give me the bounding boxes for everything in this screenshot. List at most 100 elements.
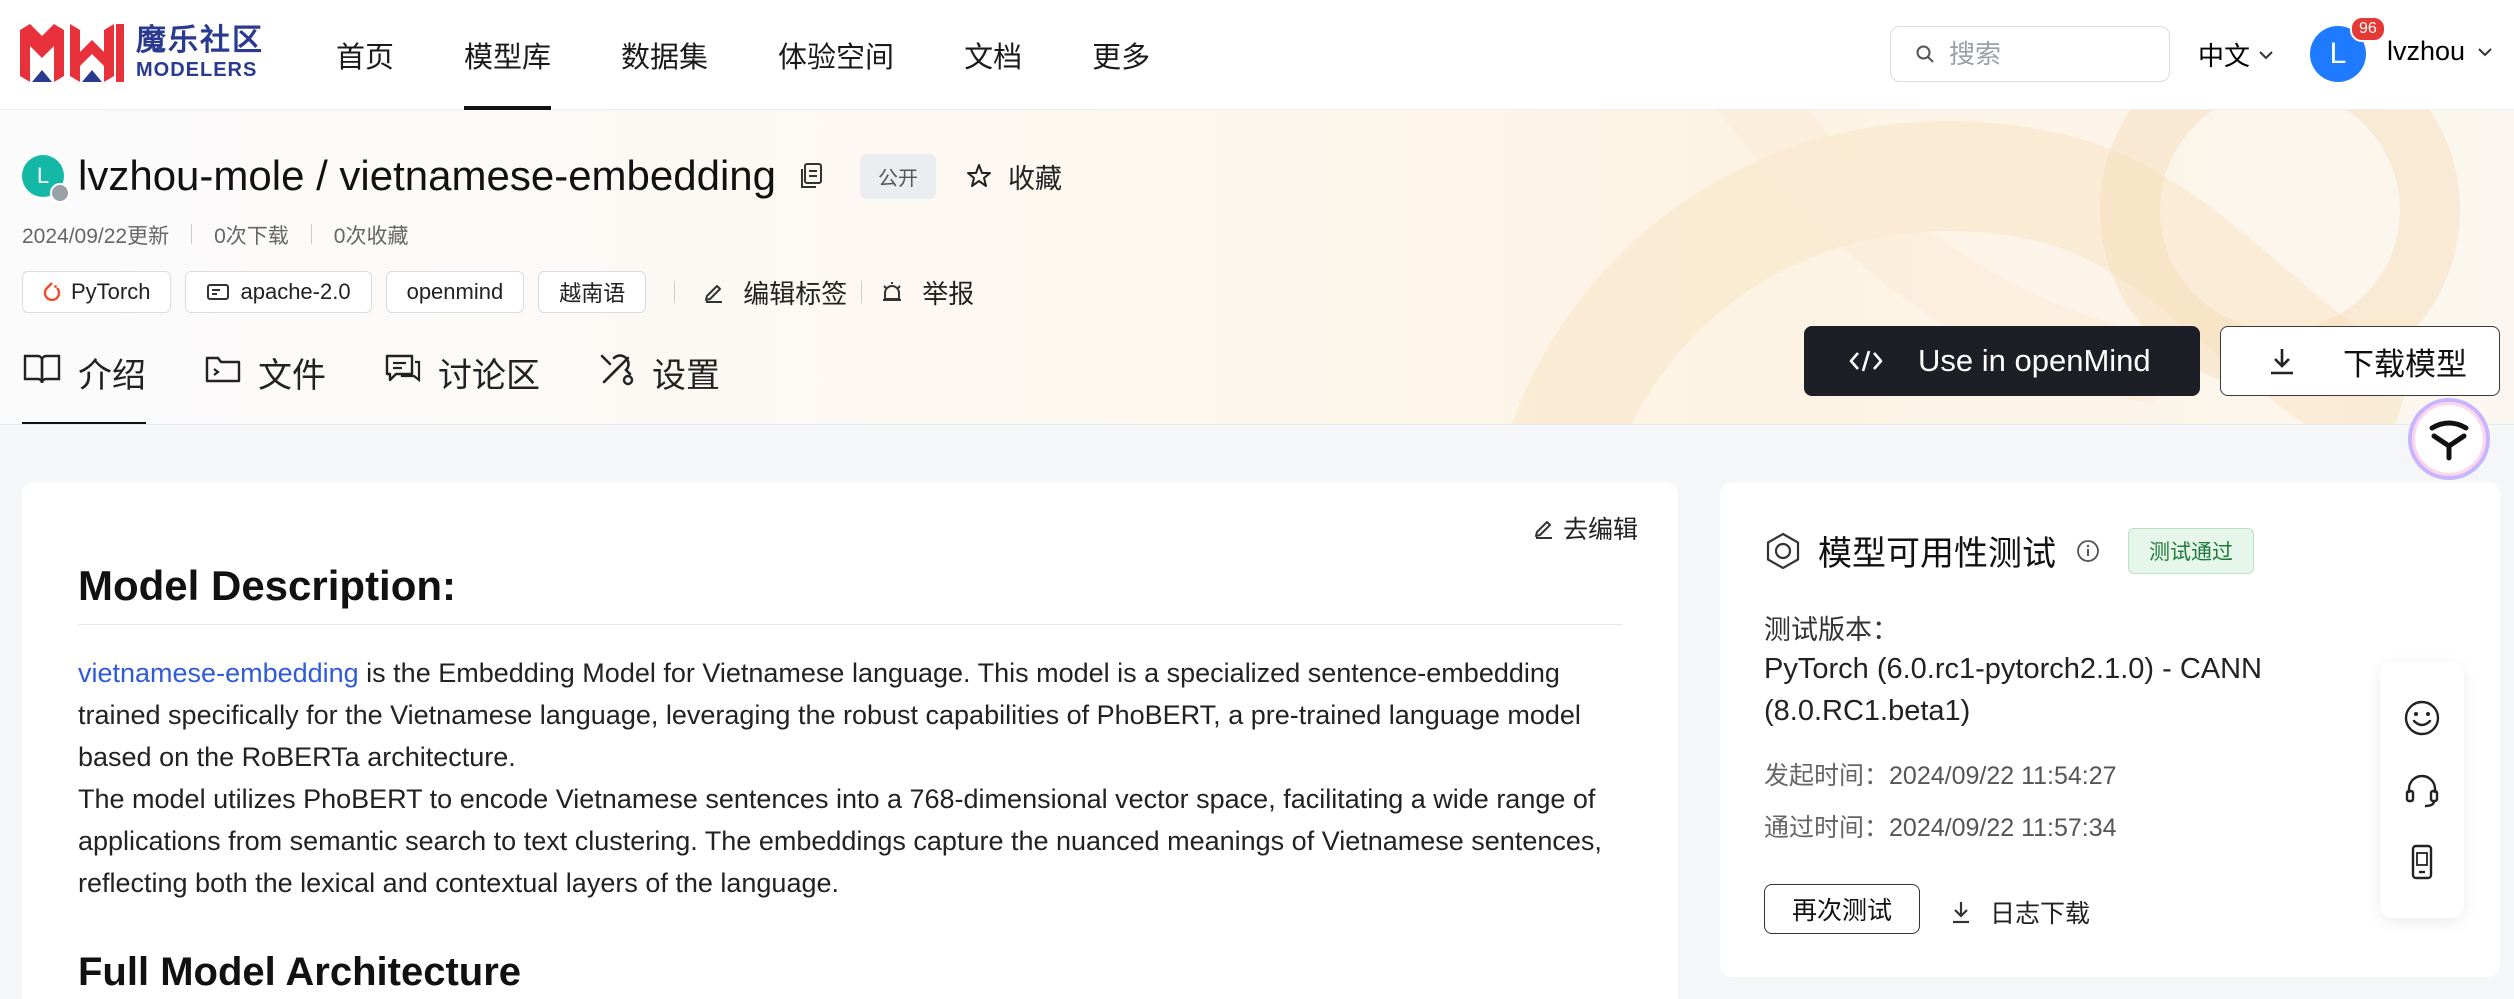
main-nav: 首页 模型库 数据集 体验空间 文档 更多 [336,0,1220,110]
edit-icon [1534,521,1552,539]
floating-toolbar [2380,662,2464,918]
nav-more[interactable]: 更多 [1092,0,1150,110]
tag-label: openmind [406,279,504,304]
download-icon [1953,902,1969,924]
divider [674,281,676,303]
edit-tags-label: 编辑标签 [743,278,848,309]
repo-avatar-letter: L [36,163,50,188]
language-label: 中文 [2198,41,2251,71]
tab-label: 讨论区 [438,357,540,395]
tag-language[interactable]: 越南语 [538,271,647,313]
edit-readme-button[interactable]: 去编辑 [1533,510,1638,546]
search-box[interactable] [1890,26,2170,82]
download-button-label: 下载模型 [2343,346,2467,382]
repo-header: L lvzhou-mole / vietnamese-embedding 公开 … [0,110,2514,425]
headset-icon[interactable] [2403,771,2441,809]
modelers-logo-icon [20,24,124,82]
tab-discussions[interactable]: 讨论区 [384,348,540,424]
user-badge-icon [50,183,70,203]
assistant-logo-icon [2429,420,2469,461]
repo-name: lvzhou-mole / vietnamese-embedding [78,152,777,199]
nav-spaces[interactable]: 体验空间 [778,0,894,110]
pass-time-label: 通过时间： [1764,814,1890,842]
tag-label: apache-2.0 [240,279,351,304]
copy-icon[interactable] [798,162,824,190]
repo-meta: 2024/09/22更新 0次下载 0次收藏 [22,220,408,250]
tag-license[interactable]: apache-2.0 [185,271,372,313]
language-selector[interactable]: 中文 [2198,36,2274,73]
pass-time-row: 通过时间：2024/09/22 11:57:34 [1764,808,2117,844]
retest-button[interactable]: 再次测试 [1764,884,1920,934]
smiley-icon[interactable] [2403,699,2441,737]
chat-icon [385,354,421,383]
star-icon [967,164,992,187]
divider [191,224,193,244]
logo-chinese-text: 魔乐社区 [136,24,264,57]
nav-models[interactable]: 模型库 [464,0,552,110]
download-count: 0次下载 [214,225,289,248]
updated-date: 2024/09/22更新 [22,225,170,248]
code-icon [1849,350,1883,372]
visibility-badge: 公开 [860,153,937,199]
tab-label: 设置 [652,357,720,395]
tag-label: PyTorch [71,279,151,304]
nav-docs[interactable]: 文档 [964,0,1022,110]
start-time-label: 发起时间： [1764,762,1890,790]
use-button-label: Use in openMind [1918,343,2151,378]
repo-title-row: L lvzhou-mole / vietnamese-embedding 公开 … [22,152,1062,203]
use-in-openmind-button[interactable]: Use in openMind [1804,326,2200,396]
readme-heading: Model Description: [78,562,457,609]
user-avatar-wrapper[interactable]: L 96 [2310,16,2386,82]
username: lvzhou [2387,36,2466,66]
tab-settings[interactable]: 设置 [598,348,720,424]
user-menu[interactable]: lvzhou [2387,36,2493,67]
search-icon [1916,45,1934,63]
chevron-down-icon [2478,47,2492,56]
ai-assistant-button[interactable] [2408,398,2490,480]
site-logo[interactable]: 魔乐社区 MODELERS [20,24,264,82]
notification-badge: 96 [2350,16,2386,42]
favorite-label: 收藏 [1008,163,1063,194]
nav-datasets[interactable]: 数据集 [621,0,708,110]
hexagon-icon [1766,532,1800,569]
favorite-button[interactable]: 收藏 [966,157,1062,196]
report-button[interactable]: 举报 [880,274,974,311]
model-link[interactable]: vietnamese-embedding [78,658,359,688]
chevron-down-icon [2259,50,2273,59]
start-time-value: 2024/09/22 11:54:27 [1889,762,2117,790]
divider [310,224,312,244]
readme-heading-2: Full Model Architecture [78,950,522,994]
model-readme-card: 去编辑 Model Description: vietnamese-embedd… [22,482,1678,999]
edit-tags-button[interactable]: 编辑标签 [703,274,847,311]
download-model-button[interactable]: 下载模型 [2220,326,2500,396]
log-download-label: 日志下载 [1990,900,2091,928]
pytorch-icon [43,282,61,302]
log-download-button[interactable]: 日志下载 [1950,894,2090,930]
tag-library[interactable]: openmind [385,271,525,313]
search-input[interactable] [1949,38,2149,70]
repo-tags: PyTorch apache-2.0 openmind 越南语 编辑标签 举报 [22,271,974,313]
version-label: 测试版本： [1764,615,1899,645]
paragraph-2: The model utilizes PhoBERT to encode Vie… [78,784,1602,898]
tab-intro[interactable]: 介绍 [22,348,146,424]
version-value: PyTorch (6.0.rc1-pytorch2.1.0) - CANN (8… [1764,653,2262,727]
report-label: 举报 [922,278,975,309]
tab-label: 文件 [258,357,326,395]
top-navigation: 魔乐社区 MODELERS 首页 模型库 数据集 体验空间 文档 更多 中文 L… [0,0,2514,110]
info-icon[interactable] [2076,539,2100,563]
test-card-title: 模型可用性测试 [1818,535,2056,573]
tab-files[interactable]: 文件 [204,348,326,424]
favorite-count: 0次收藏 [333,225,409,248]
logo-english-text: MODELERS [136,59,258,81]
tag-label: 越南语 [559,281,626,306]
status-badge: 测试通过 [2128,527,2254,574]
heading-divider [78,624,1622,625]
tools-icon [600,354,634,386]
pass-time-value: 2024/09/22 11:57:34 [1889,814,2117,842]
repo-tabs: 介绍 文件 讨论区 设置 [22,348,778,424]
nav-home[interactable]: 首页 [336,0,394,110]
edit-label: 去编辑 [1562,516,1638,544]
repo-owner-avatar[interactable]: L [22,155,70,203]
tag-pytorch[interactable]: PyTorch [22,271,172,313]
mobile-icon[interactable] [2403,843,2441,881]
